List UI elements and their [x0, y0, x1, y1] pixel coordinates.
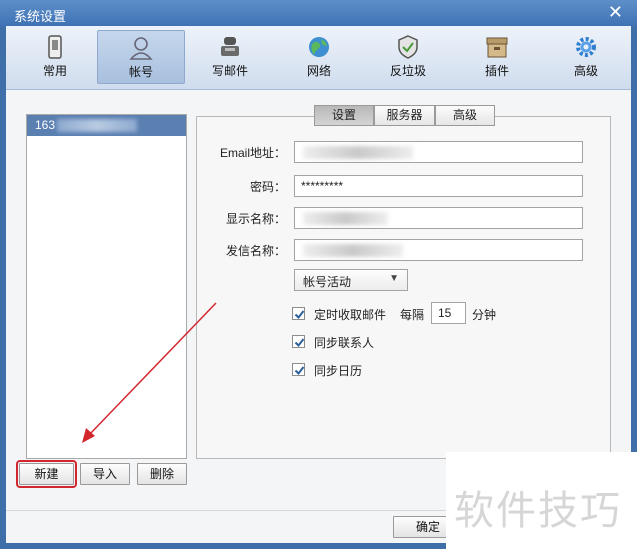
interval-input[interactable]: 15 [431, 302, 466, 324]
tab-server[interactable]: 服务器 [374, 105, 435, 126]
tool-label: 插件 [484, 64, 509, 78]
display-name-field[interactable] [294, 207, 583, 229]
tool-antispam[interactable]: 反垃圾 [364, 30, 452, 84]
compose-icon [221, 37, 239, 56]
checkmark-icon [294, 338, 305, 348]
redacted-text [57, 119, 137, 132]
delete-button[interactable]: 删除 [137, 463, 187, 485]
display-name-label: 显示名称： [225, 212, 286, 226]
email-label: Email地址： [219, 146, 286, 160]
user-icon [129, 37, 153, 60]
title-bar: 系统设置 ✕ [0, 0, 637, 26]
tool-network[interactable]: 网络 [275, 30, 363, 84]
plugin-box-icon [486, 37, 508, 58]
tool-advanced[interactable]: 高级 [542, 30, 630, 84]
globe-icon [309, 37, 329, 57]
tab-settings[interactable]: 设置 [314, 105, 374, 126]
shield-icon [398, 35, 418, 59]
redacted-text [303, 212, 388, 225]
checkmark-icon [294, 366, 305, 376]
sync-contacts-label: 同步联系人 [314, 336, 375, 350]
redacted-text [303, 146, 413, 159]
tool-label: 网络 [306, 64, 331, 78]
auto-receive-checkbox[interactable] [292, 307, 305, 320]
chevron-down-icon: ▼ [389, 273, 399, 284]
redacted-text [303, 244, 403, 257]
sync-calendar-checkbox[interactable] [292, 363, 305, 376]
every-label: 每隔 [400, 308, 425, 322]
tool-label: 常用 [42, 64, 67, 78]
account-status-select[interactable]: 帐号活动 ▼ [294, 269, 408, 291]
tool-compose[interactable]: 写邮件 [186, 30, 274, 84]
tool-label: 高级 [573, 64, 598, 78]
new-account-button[interactable]: 新建 [16, 460, 77, 488]
account-status-value: 帐号活动 [303, 275, 352, 289]
tool-general[interactable]: 常用 [11, 30, 99, 84]
watermark-text: 软件技巧 [454, 488, 622, 534]
list-item[interactable]: 163 [27, 115, 186, 136]
phone-icon [48, 35, 62, 59]
auto-receive-label: 定时收取邮件 [314, 308, 387, 322]
tool-plugins[interactable]: 插件 [453, 30, 541, 84]
gear-icon [576, 37, 596, 57]
tool-label: 帐号 [128, 65, 153, 79]
sender-name-field[interactable] [294, 239, 583, 261]
tool-label: 反垃圾 [389, 64, 426, 78]
password-field[interactable]: ********* [294, 175, 583, 197]
close-icon[interactable]: ✕ [608, 3, 623, 21]
sender-name-label: 发信名称： [225, 244, 286, 258]
account-label: 163 [35, 118, 56, 132]
sync-contacts-checkbox[interactable] [292, 335, 305, 348]
minute-label: 分钟 [472, 308, 497, 322]
tool-label: 写邮件 [211, 64, 248, 78]
checkmark-icon [294, 310, 305, 320]
account-list[interactable]: 163 [26, 114, 187, 459]
settings-toolbar: 常用 帐号 写邮件 网络 反垃圾 插件 高级 [6, 26, 631, 90]
import-button[interactable]: 导入 [80, 463, 130, 485]
tab-advanced[interactable]: 高级 [435, 105, 495, 126]
password-label: 密码： [249, 180, 286, 194]
watermark: 软件技巧 [446, 452, 637, 549]
window-title: 系统设置 [14, 9, 67, 24]
tool-account[interactable]: 帐号 [97, 30, 185, 84]
email-field[interactable] [294, 141, 583, 163]
sync-calendar-label: 同步日历 [314, 364, 363, 378]
